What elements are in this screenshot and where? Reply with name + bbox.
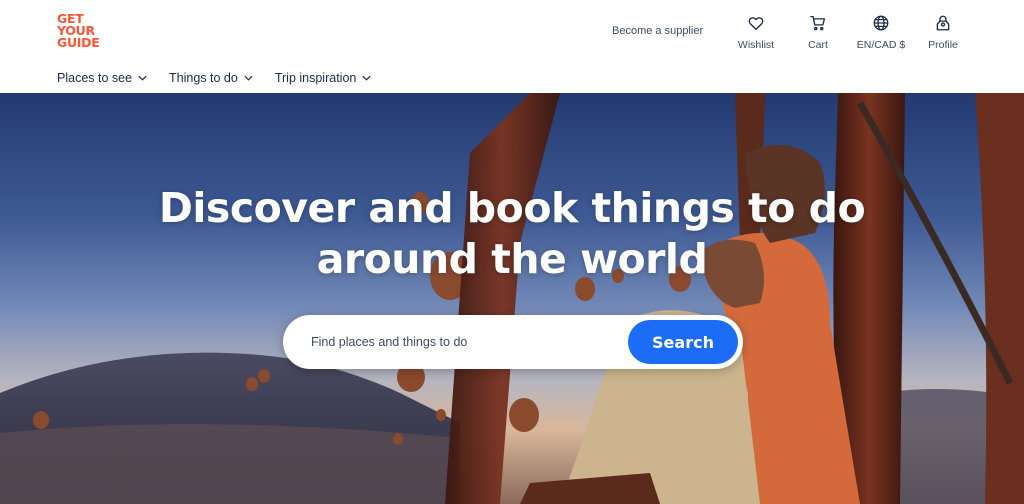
- nav-item-label: Trip inspiration: [274, 71, 357, 85]
- cart-button[interactable]: Cart: [788, 14, 848, 51]
- wishlist-button[interactable]: Wishlist: [726, 14, 786, 51]
- chevron-down-icon: [244, 75, 253, 81]
- site-header: GET YOUR GUIDE Become a supplier Wishlis…: [0, 0, 1024, 93]
- chevron-down-icon: [138, 75, 147, 81]
- main-nav: Places to see Things to do Trip inspirat…: [57, 71, 393, 85]
- profile-label: Profile: [928, 39, 958, 51]
- hero-title-line1: Discover and book things to do: [158, 184, 866, 232]
- globe-icon: [873, 15, 889, 31]
- logo-line-guide: GUIDE: [57, 35, 100, 50]
- hero-background-image: [0, 93, 1024, 504]
- profile-icon: [936, 15, 950, 31]
- nav-item-things-to-do[interactable]: Things to do: [169, 71, 253, 85]
- nav-item-places-to-see[interactable]: Places to see: [57, 71, 147, 85]
- search-button[interactable]: Search: [628, 320, 738, 364]
- nav-item-trip-inspiration[interactable]: Trip inspiration: [275, 71, 372, 85]
- hero-title-line2: around the world: [316, 235, 708, 283]
- chevron-down-icon: [362, 75, 371, 81]
- search-input[interactable]: [311, 332, 611, 352]
- wishlist-label: Wishlist: [737, 39, 775, 51]
- language-currency-label: EN/CAD $: [856, 39, 906, 51]
- language-currency-button[interactable]: EN/CAD $: [851, 14, 911, 51]
- become-supplier-link[interactable]: Become a supplier: [612, 25, 703, 37]
- hero-search-bar: Search: [283, 315, 743, 369]
- profile-button[interactable]: Profile: [913, 14, 973, 51]
- getyourguide-logo[interactable]: GET YOUR GUIDE: [57, 12, 107, 50]
- heart-icon: [748, 17, 764, 31]
- cart-label: Cart: [808, 39, 828, 51]
- nav-item-label: Places to see: [57, 71, 133, 85]
- cart-icon: [810, 15, 826, 31]
- nav-item-label: Things to do: [169, 71, 238, 85]
- hero-banner: Discover and book things to do around th…: [0, 93, 1024, 504]
- hero-title: Discover and book things to do around th…: [0, 183, 1024, 285]
